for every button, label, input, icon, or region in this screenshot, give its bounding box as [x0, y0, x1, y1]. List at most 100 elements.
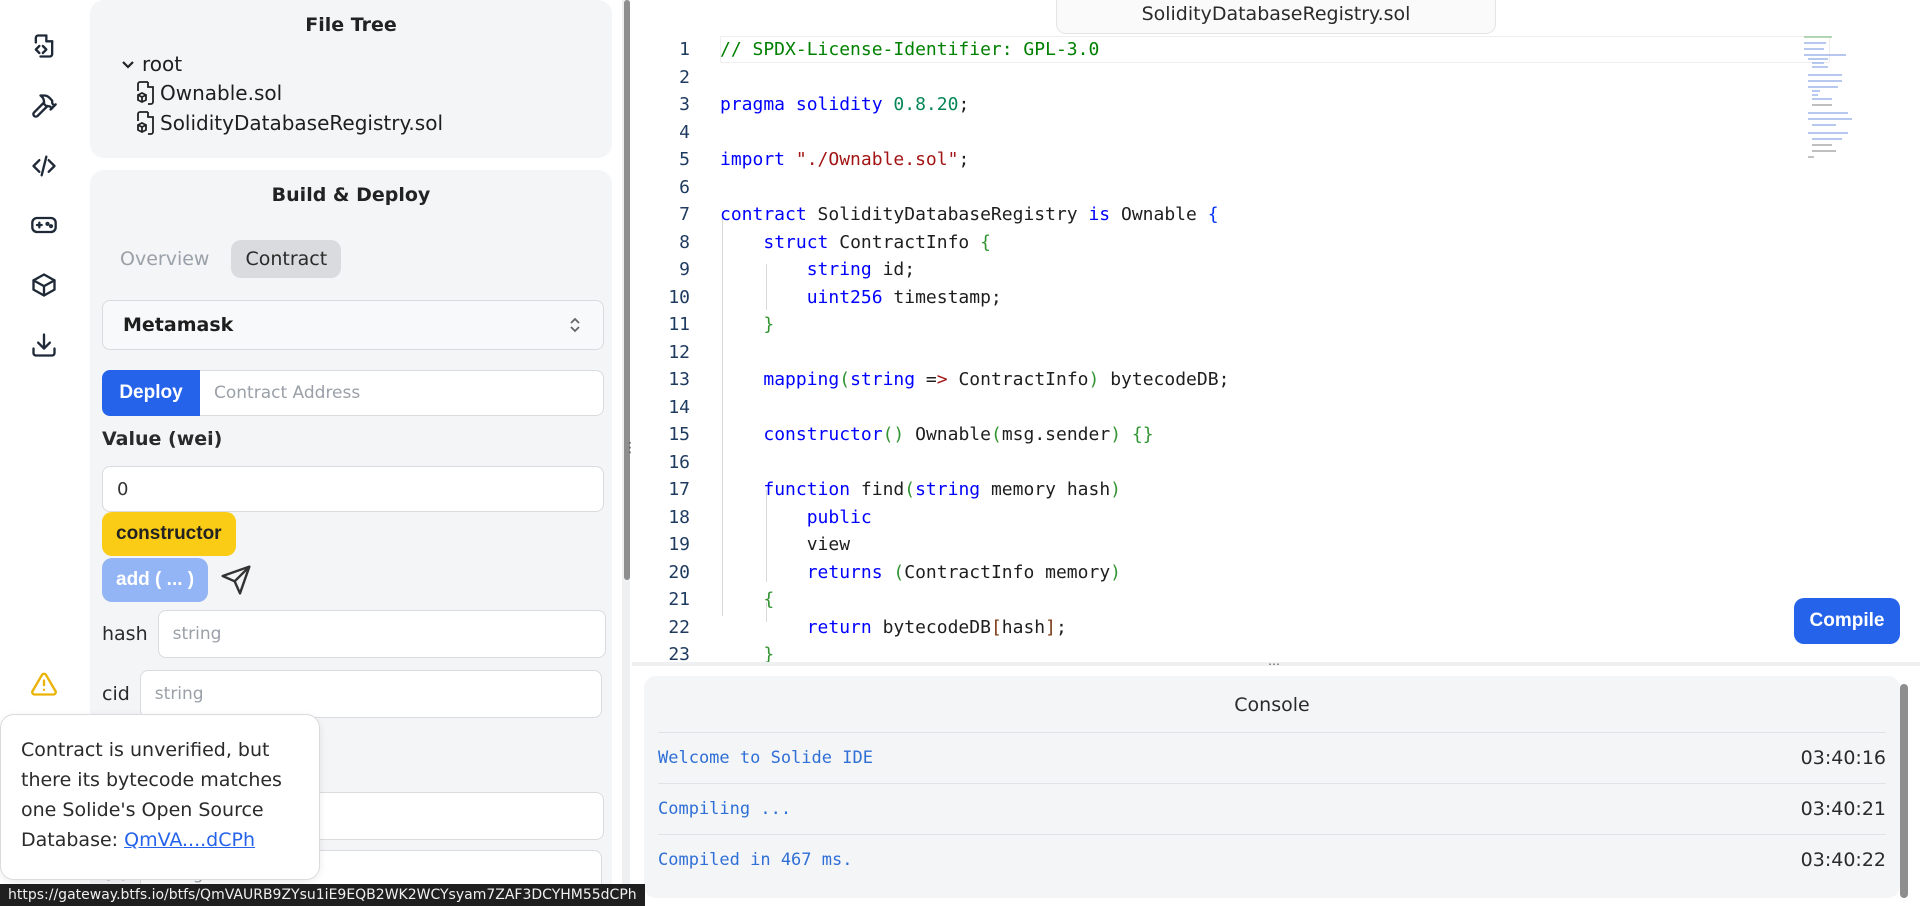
line-number: 13	[668, 369, 690, 391]
add-function-button[interactable]: add ( ... )	[102, 558, 209, 602]
code-editor[interactable]: SolidityDatabaseRegistry.sol 1 // SPDX-Li…	[632, 0, 1920, 664]
line-number: 12	[668, 341, 690, 363]
log-time: 03:40:16	[1800, 746, 1886, 769]
line-number: 7	[679, 204, 690, 226]
code-text: uint256 timestamp;	[806, 286, 1002, 308]
solidity-file-icon	[137, 81, 154, 105]
code-line: 19 view	[632, 531, 850, 559]
code-text: {	[763, 589, 775, 611]
constructor-button[interactable]: constructor	[102, 512, 236, 556]
app-window: File Tree root Ownable.sol SolidityDatab…	[0, 0, 1920, 906]
code-minimap[interactable]	[1802, 34, 1856, 164]
line-number: 3	[679, 94, 690, 116]
line-number: 22	[668, 616, 690, 638]
value-label: Value (wei)	[102, 428, 223, 450]
log-time: 03:40:21	[1800, 797, 1886, 820]
drag-handle-icon[interactable]: ⋯	[1268, 657, 1282, 671]
tab-editor-file[interactable]: SolidityDatabaseRegistry.sol	[1056, 0, 1496, 34]
console-panel: Console Welcome to Solide IDE 03:40:16 C…	[644, 676, 1900, 898]
code-line: 1 // SPDX-License-Identifier: GPL-3.0	[632, 36, 1099, 64]
database-link[interactable]: QmVA....dCPh	[124, 829, 255, 851]
line-number: 14	[668, 396, 690, 418]
send-icon[interactable]	[220, 564, 252, 596]
tree-file-registry[interactable]: SolidityDatabaseRegistry.sol	[134, 110, 443, 136]
log-message: Welcome to Solide IDE	[658, 747, 873, 768]
line-number: 8	[679, 231, 690, 253]
line-number: 19	[668, 534, 690, 556]
line-number: 16	[668, 451, 690, 473]
code-text: struct ContractInfo {	[763, 231, 991, 253]
tree-root-label: root	[142, 52, 183, 76]
deploy-button[interactable]: Deploy	[102, 370, 200, 416]
download-icon[interactable]	[22, 323, 66, 367]
code-text: view	[720, 534, 851, 556]
file-code-icon[interactable]	[22, 24, 66, 68]
log-message: Compiled in 467 ms.	[658, 849, 853, 870]
tree-file-ownable[interactable]: Ownable.sol	[134, 80, 282, 106]
line-number: 11	[668, 314, 690, 336]
code-line: 9 string id;	[632, 256, 915, 284]
code-text: contract SolidityDatabaseRegistry is Own…	[720, 204, 1219, 226]
chevron-up-down-icon	[570, 317, 580, 333]
code-line: 6	[632, 174, 690, 202]
code-line: 15 constructor() Ownable(msg.sender) {}	[632, 421, 1153, 449]
param-row-hash: hash	[102, 610, 606, 658]
code-text: pragma solidity 0.8.20;	[720, 94, 970, 116]
hammer-icon[interactable]	[22, 84, 66, 128]
log-entry: Welcome to Solide IDE 03:40:16	[658, 732, 1886, 782]
code-text: return bytecodeDB[hash];	[806, 616, 1067, 638]
code-line: 3 pragma solidity 0.8.20;	[632, 91, 969, 119]
line-number: 9	[679, 259, 690, 281]
console-title: Console	[1234, 694, 1310, 716]
line-number: 20	[668, 561, 690, 583]
code-line: 22 return bytecodeDB[hash];	[632, 614, 1067, 642]
contract-address-input[interactable]	[200, 370, 604, 416]
tree-root-folder[interactable]: root	[120, 52, 182, 76]
line-number: 21	[668, 589, 690, 611]
status-url-bar: https://gateway.btfs.io/btfs/QmVAURB9ZYs…	[0, 884, 645, 906]
code-text: returns (ContractInfo memory)	[806, 561, 1121, 583]
file-tree-title: File Tree	[305, 14, 397, 36]
side-panel-scrollbar[interactable]	[624, 0, 630, 580]
console-scrollbar[interactable]	[1900, 684, 1908, 898]
cube-icon[interactable]	[22, 263, 66, 307]
code-text: // SPDX-License-Identifier: GPL-3.0	[720, 39, 1100, 61]
log-message: Compiling ...	[658, 798, 792, 819]
value-input[interactable]	[102, 466, 604, 512]
code-line: 21 {	[632, 586, 774, 614]
compile-button[interactable]: Compile	[1794, 598, 1900, 644]
code-line: 4	[632, 119, 690, 147]
file-tree-panel: File Tree root Ownable.sol SolidityDatab…	[90, 0, 612, 158]
tab-contract[interactable]: Contract	[231, 240, 342, 278]
provider-select[interactable]: Metamask	[102, 300, 604, 350]
code-line: 11 }	[632, 311, 774, 339]
code-icon[interactable]	[22, 144, 66, 188]
code-text: public	[806, 506, 872, 528]
code-line: 8 struct ContractInfo {	[632, 229, 991, 257]
log-entry: Compiled in 467 ms. 03:40:22	[658, 834, 1886, 884]
line-number: 4	[679, 121, 690, 143]
cid-input[interactable]	[139, 670, 602, 718]
log-time: 03:40:22	[1800, 848, 1886, 871]
code-line: 14	[632, 394, 690, 422]
tab-overview[interactable]: Overview	[106, 240, 223, 278]
param-row-cid: cid	[102, 670, 602, 718]
warning-icon[interactable]	[22, 662, 66, 706]
line-number: 1	[679, 39, 690, 61]
code-line: 23 }	[632, 641, 774, 664]
tree-file-label: SolidityDatabaseRegistry.sol	[160, 111, 443, 135]
code-line: 5 import "./Ownable.sol";	[632, 146, 969, 174]
hash-input[interactable]	[157, 610, 606, 658]
param-label: hash	[102, 623, 148, 645]
build-deploy-title: Build & Deploy	[271, 184, 431, 206]
code-text: function find(string memory hash)	[763, 479, 1122, 501]
code-line: 13 mapping(string => ContractInfo) bytec…	[632, 366, 1229, 394]
code-line: 20 returns (ContractInfo memory)	[632, 559, 1121, 587]
line-number: 17	[668, 479, 690, 501]
code-text: import "./Ownable.sol";	[720, 149, 970, 171]
code-line: 2	[632, 64, 690, 92]
line-number: 10	[668, 286, 690, 308]
code-text: }	[763, 314, 775, 336]
gamepad-icon[interactable]	[22, 203, 66, 247]
line-number: 5	[679, 149, 690, 171]
